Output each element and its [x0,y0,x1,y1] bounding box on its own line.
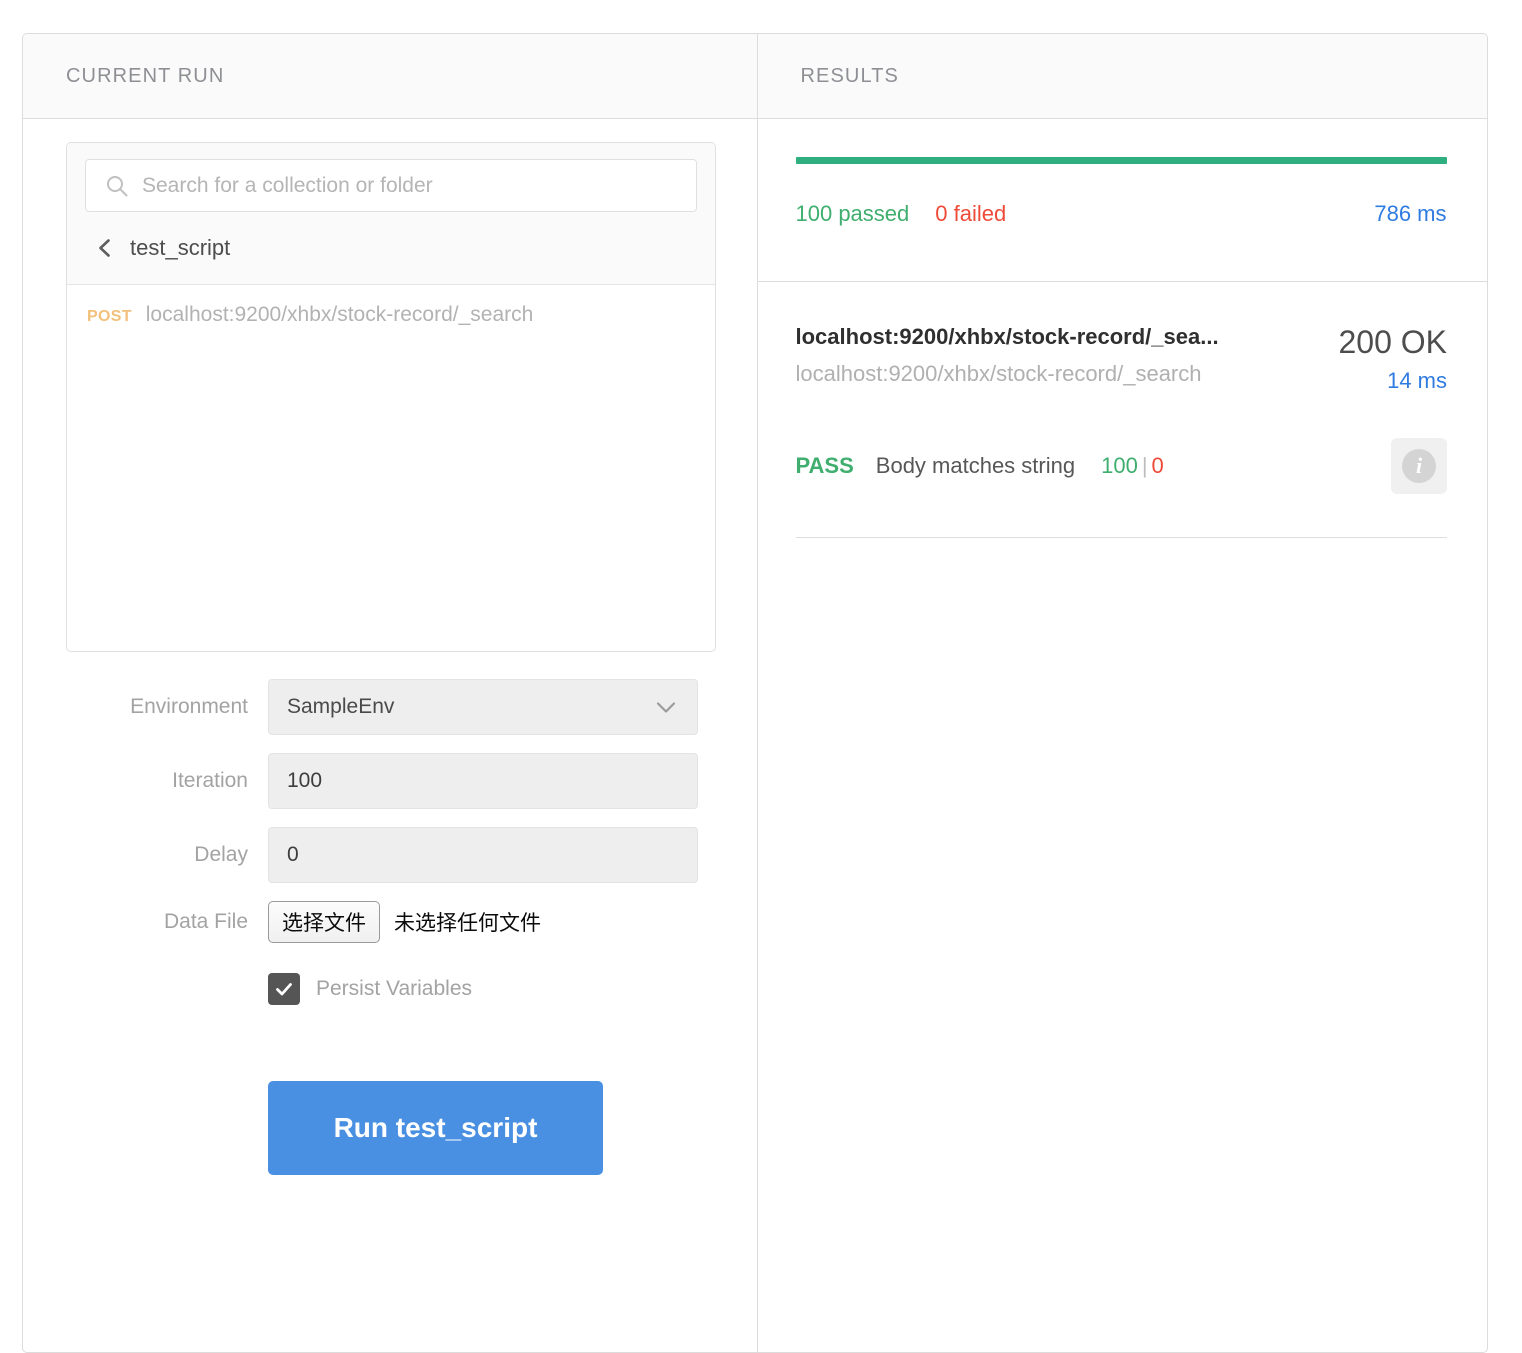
summary-line: 100 passed 0 failed 786 ms [796,201,1447,227]
check-icon [274,979,294,999]
assertion-separator: | [1141,453,1148,478]
assertion-pass-count: 100 [1101,453,1138,478]
persist-variables-label: Persist Variables [316,977,473,1000]
collection-picker-header: test_script [67,143,715,285]
results-header: RESULTS [757,34,1487,119]
current-run-body: test_script POST localhost:9200/xhbx/sto… [23,119,757,1352]
breadcrumb-label: test_script [130,235,231,260]
result-request-name: localhost:9200/xhbx/stock-record/_sea... [795,324,1219,349]
total-time: 786 ms [1374,201,1447,226]
choose-file-button[interactable]: 选择文件 [268,901,380,943]
divider [795,537,1447,538]
result-row[interactable]: localhost:9200/xhbx/stock-record/_sea...… [758,282,1488,494]
result-top: localhost:9200/xhbx/stock-record/_sea...… [796,324,1448,394]
delay-label: Delay [194,843,248,866]
results-body: 100 passed 0 failed 786 ms localhost:920… [757,119,1488,1352]
chevron-left-icon[interactable] [94,237,116,259]
iteration-row: Iteration 100 [23,753,758,809]
environment-select[interactable]: SampleEnv [268,679,698,735]
run-button[interactable]: Run test_script [268,1081,603,1175]
collection-runner-window: CURRENT RUN Search for a collection or f… [22,33,1488,1353]
data-file-label: Data File [163,910,248,933]
run-settings-form: Environment SampleEnv Iteration 100 Dela… [23,679,758,1175]
results-title: RESULTS [800,64,899,87]
file-status-text: 未选择任何文件 [394,911,541,935]
delay-value: 0 [287,843,299,866]
progress-bar [795,157,1447,164]
data-file-row: Data File 选择文件 未选择任何文件 [23,901,758,943]
failed-count: 0 failed [935,201,1007,226]
run-summary: 100 passed 0 failed 786 ms [757,119,1487,282]
search-box[interactable] [85,159,697,212]
environment-row: Environment SampleEnv [23,679,758,735]
delay-row: Delay 0 [23,827,758,883]
request-list: POST localhost:9200/xhbx/stock-record/_s… [67,285,715,343]
status-badge: 200 OK [1338,324,1447,360]
search-input[interactable] [86,172,696,199]
result-names: localhost:9200/xhbx/stock-record/_sea...… [796,324,1325,387]
assertion-fail-count: 0 [1151,453,1164,478]
request-method: POST [87,308,132,325]
iteration-label: Iteration [172,769,248,792]
assertion-verdict: PASS [795,453,854,478]
chevron-down-icon[interactable] [653,694,679,720]
search-icon [106,175,128,197]
results-panel: RESULTS 100 passed 0 failed 786 ms local… [757,34,1488,1352]
request-url: localhost:9200/xhbx/stock-record/_search [145,303,534,326]
persist-variables-checkbox[interactable] [268,973,300,1005]
persist-variables-row: Persist Variables [23,961,758,1005]
current-run-panel: CURRENT RUN Search for a collection or f… [23,34,758,1352]
passed-count: 100 passed [795,201,910,226]
environment-value: SampleEnv [287,695,395,718]
breadcrumb[interactable]: test_script [85,212,697,284]
result-status: 200 OK 14 ms [1324,324,1447,394]
info-button[interactable]: i [1391,438,1447,494]
collection-picker: test_script POST localhost:9200/xhbx/sto… [66,142,716,652]
info-icon: i [1402,449,1436,483]
iteration-value: 100 [287,769,323,792]
page-title: CURRENT RUN [66,64,225,87]
environment-label: Environment [130,695,248,718]
iteration-input[interactable]: 100 [268,753,698,809]
assertion-row: PASS Body matches string 100 | 0 i [795,438,1447,494]
assertion-name: Body matches string [875,453,1076,478]
list-item[interactable]: POST localhost:9200/xhbx/stock-record/_s… [67,285,715,343]
result-request-url: localhost:9200/xhbx/stock-record/_search [795,361,1202,386]
response-time: 14 ms [1387,368,1447,393]
delay-input[interactable]: 0 [268,827,698,883]
current-run-header: CURRENT RUN [23,34,757,119]
run-button-container: Run test_script [23,1081,758,1175]
